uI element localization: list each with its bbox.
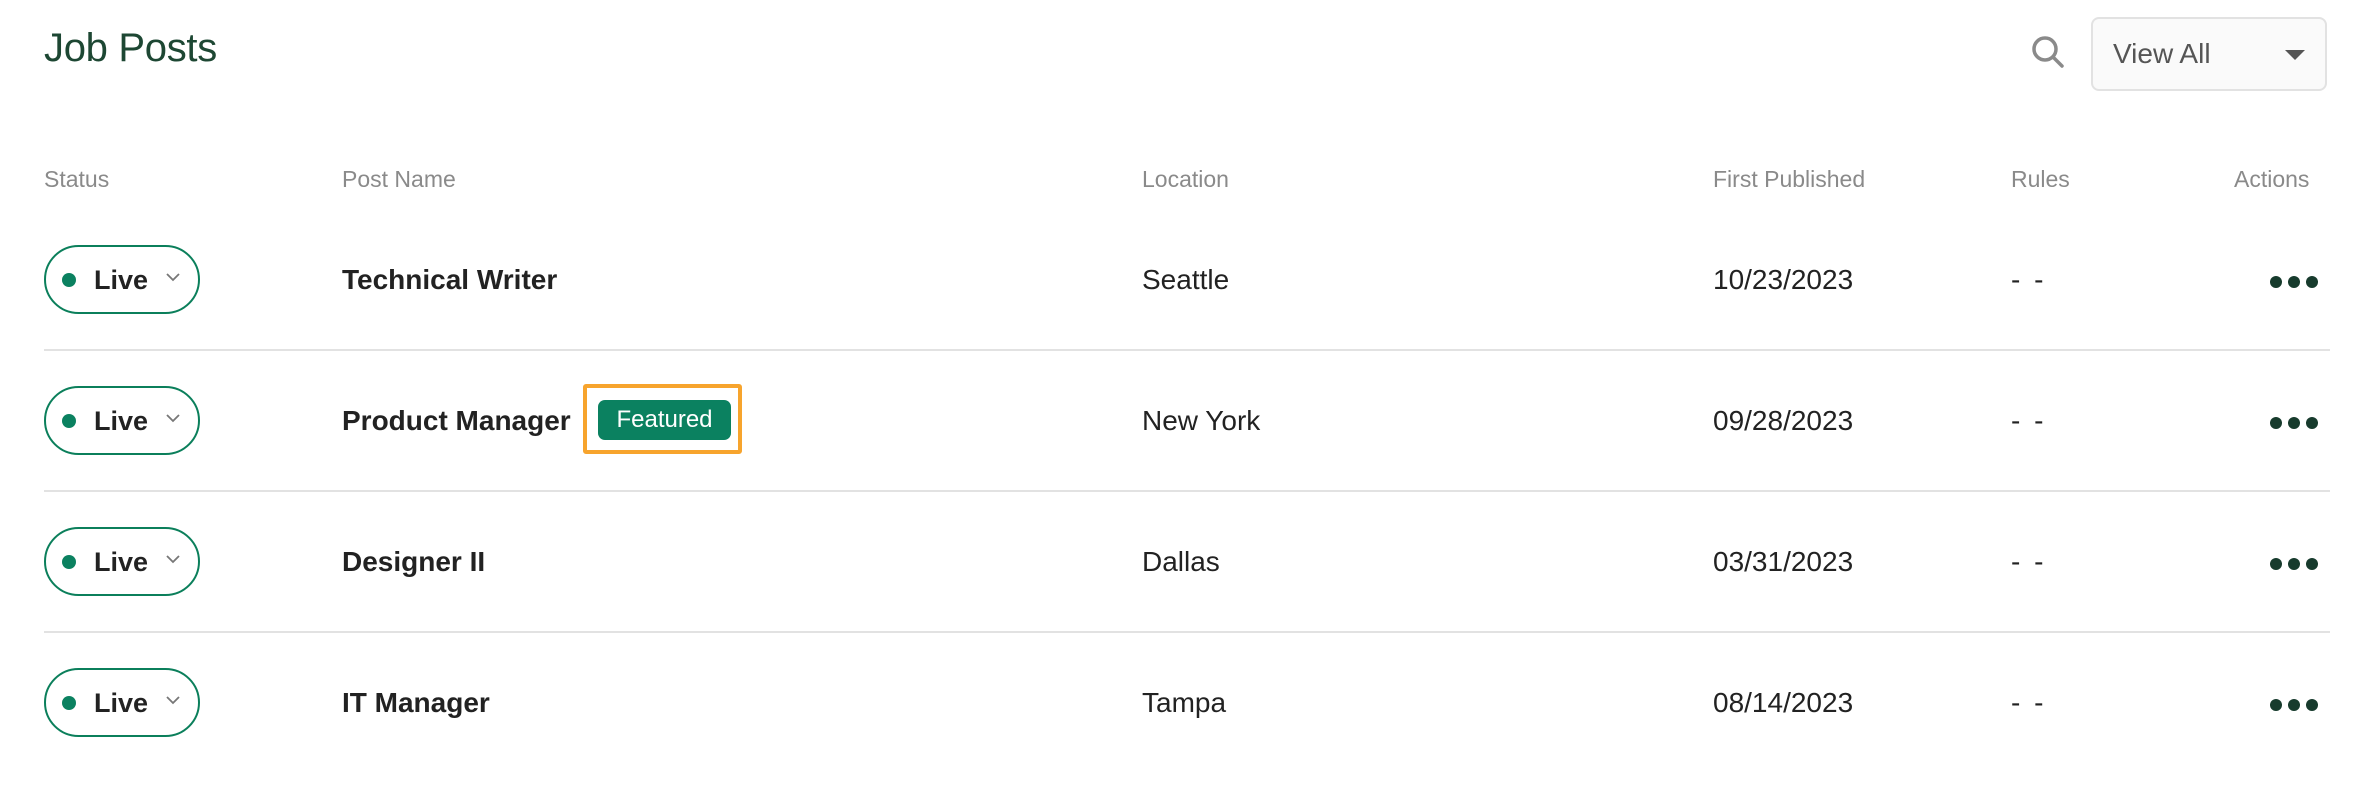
location: Seattle	[1142, 264, 1230, 295]
first-published-date: 10/23/2023	[1713, 264, 1854, 295]
status-live-dot-icon	[62, 273, 76, 287]
featured-highlight: Featured	[583, 384, 742, 454]
chevron-down-icon	[166, 273, 180, 282]
status-live-dot-icon	[62, 555, 76, 569]
ellipsis-icon	[2306, 276, 2318, 288]
location: Dallas	[1142, 546, 1220, 577]
post-name-link[interactable]: IT Manager	[342, 687, 490, 719]
chevron-down-icon	[166, 696, 180, 705]
column-header-location: Location	[1142, 166, 1229, 192]
first-published-date: 08/14/2023	[1713, 687, 1854, 718]
location: Tampa	[1142, 687, 1227, 718]
post-name-link[interactable]: Technical Writer	[342, 264, 557, 296]
ellipsis-icon	[2270, 417, 2282, 429]
ellipsis-icon	[2270, 276, 2282, 288]
ellipsis-icon	[2306, 699, 2318, 711]
search-icon	[2032, 36, 2064, 68]
rules-value: - -	[2011, 405, 2047, 436]
status-label: Live	[94, 688, 149, 718]
status-live-dot-icon	[62, 696, 76, 710]
status-dropdown[interactable]: Live	[44, 386, 200, 455]
rules-value: - -	[2011, 546, 2047, 577]
status-dropdown[interactable]: Live	[44, 668, 200, 737]
ellipsis-icon	[2306, 417, 2318, 429]
status-dropdown[interactable]: Live	[44, 527, 200, 596]
location: New York	[1142, 405, 1261, 436]
table-row: Live Product Manager Featured New York 0…	[0, 351, 2372, 492]
chevron-down-icon	[166, 414, 180, 423]
more-actions-button[interactable]	[2270, 415, 2322, 433]
view-filter-value: View All	[2113, 38, 2211, 69]
status-label: Live	[94, 406, 149, 436]
ellipsis-icon	[2270, 558, 2282, 570]
first-published-date: 09/28/2023	[1713, 405, 1854, 436]
featured-badge: Featured	[598, 400, 731, 440]
column-header-first-published: First Published	[1713, 166, 1866, 192]
ellipsis-icon	[2288, 558, 2300, 570]
status-label: Live	[94, 547, 149, 577]
page-title: Job Posts	[44, 26, 217, 70]
view-filter-select[interactable]: View All	[2091, 17, 2327, 91]
status-dropdown[interactable]: Live	[44, 245, 200, 314]
column-header-post-name: Post Name	[342, 166, 456, 192]
more-actions-button[interactable]	[2270, 697, 2322, 715]
ellipsis-icon	[2306, 558, 2318, 570]
table-row: Live Technical Writer Seattle 10/23/2023…	[0, 210, 2372, 351]
status-label: Live	[94, 265, 149, 295]
table-row: Live Designer II Dallas 03/31/2023 - -	[0, 492, 2372, 633]
column-header-status: Status	[44, 166, 110, 192]
caret-down-icon	[2285, 50, 2305, 60]
status-live-dot-icon	[62, 414, 76, 428]
first-published-date: 03/31/2023	[1713, 546, 1854, 577]
ellipsis-icon	[2288, 276, 2300, 288]
table-row: Live IT Manager Tampa 08/14/2023 - -	[0, 633, 2372, 774]
ellipsis-icon	[2270, 699, 2282, 711]
ellipsis-icon	[2288, 699, 2300, 711]
column-header-actions: Actions	[2234, 166, 2310, 192]
post-name-link[interactable]: Product Manager	[342, 405, 571, 437]
rules-value: - -	[2011, 264, 2047, 295]
more-actions-button[interactable]	[2270, 556, 2322, 574]
column-header-rules: Rules	[2011, 166, 2070, 192]
search-button[interactable]	[2030, 34, 2066, 70]
more-actions-button[interactable]	[2270, 274, 2322, 292]
rules-value: - -	[2011, 687, 2047, 718]
chevron-down-icon	[166, 555, 180, 564]
post-name-link[interactable]: Designer II	[342, 546, 485, 578]
ellipsis-icon	[2288, 417, 2300, 429]
